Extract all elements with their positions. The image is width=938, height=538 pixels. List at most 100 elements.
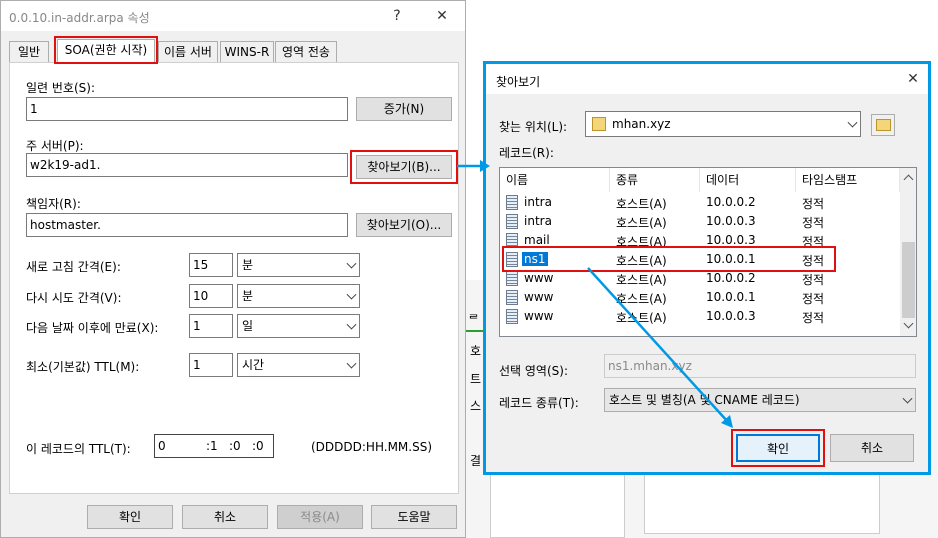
record-timestamp: 정적 xyxy=(802,292,825,306)
look-in-label: 찾는 위치(L): xyxy=(499,120,568,134)
ttl-seconds: :0 xyxy=(252,439,264,453)
minimum-ttl-unit-select[interactable]: 시간 xyxy=(237,353,360,377)
tab-zone-transfers[interactable]: 영역 전송 xyxy=(275,41,337,62)
table-row[interactable]: www 호스트(A) 10.0.0.3 정적 xyxy=(500,308,900,327)
record-timestamp: 정적 xyxy=(802,254,825,268)
scrollbar-thumb[interactable] xyxy=(902,242,915,318)
browse-cancel-button[interactable]: 취소 xyxy=(830,434,914,462)
record-type-value: 호스트 및 별칭(A 및 CNAME 레코드) xyxy=(609,393,800,407)
background-panel-2 xyxy=(644,470,880,534)
record-data: 10.0.0.2 xyxy=(706,195,756,209)
refresh-interval-unit-select[interactable]: 분 xyxy=(237,253,360,277)
background-fragment-2: 호 xyxy=(470,344,482,358)
responsible-person-label: 책임자(R): xyxy=(26,197,81,211)
record-type: 호스트(A) xyxy=(616,311,667,325)
help-button[interactable]: 도움말 xyxy=(371,505,457,529)
ok-button[interactable]: 확인 xyxy=(87,505,173,529)
table-row[interactable]: www 호스트(A) 10.0.0.1 정적 xyxy=(500,289,900,308)
zone-folder-icon xyxy=(592,117,606,131)
soa-dialog-title: 0.0.10.in-addr.arpa 속성 xyxy=(9,11,150,25)
background-fragment-3: 트 xyxy=(470,372,482,386)
table-row[interactable]: ns1 호스트(A) 10.0.0.1 정적 xyxy=(500,251,900,270)
cancel-button[interactable]: 취소 xyxy=(182,505,268,529)
help-icon[interactable]: ? xyxy=(382,3,412,29)
close-icon[interactable]: ✕ xyxy=(427,3,457,29)
table-row[interactable]: www 호스트(A) 10.0.0.2 정적 xyxy=(500,270,900,289)
records-list-header: 이름 종류 데이터 타임스탬프 xyxy=(500,168,900,192)
browse-dialog-title: 찾아보기 xyxy=(496,75,541,89)
apply-button[interactable]: 적용(A) xyxy=(277,505,363,529)
primary-server-input[interactable]: w2k19-ad1. xyxy=(26,153,348,177)
close-icon[interactable]: ✕ xyxy=(898,66,928,92)
expire-after-unit-select[interactable]: 일 xyxy=(237,314,360,338)
chevron-down-icon xyxy=(346,258,357,269)
record-type: 호스트(A) xyxy=(616,216,667,230)
ttl-minutes: :0 xyxy=(229,439,241,453)
look-in-value: mhan.xyz xyxy=(612,117,671,131)
table-row[interactable]: mail 호스트(A) 10.0.0.3 정적 xyxy=(500,232,900,251)
serial-number-input[interactable]: 1 xyxy=(26,97,348,121)
retry-unit-value: 분 xyxy=(242,289,254,303)
record-type: 호스트(A) xyxy=(616,235,667,249)
records-list[interactable]: 이름 종류 데이터 타임스탬프 intra 호스트(A) 10.0.0.2 정적 int… xyxy=(499,167,917,337)
record-type-select[interactable]: 호스트 및 별칭(A 및 CNAME 레코드) xyxy=(604,388,916,412)
minimum-ttl-input[interactable]: 1 xyxy=(189,353,233,377)
record-data: 10.0.0.3 xyxy=(706,214,756,228)
chevron-down-icon xyxy=(346,358,357,369)
soa-dialog-titlebar: 0.0.10.in-addr.arpa 속성 ? ✕ xyxy=(1,1,465,31)
look-in-select[interactable]: mhan.xyz xyxy=(585,111,861,137)
record-ttl-input[interactable]: 0 :1 :0 :0 xyxy=(154,434,274,458)
retry-interval-label: 다시 시도 간격(V): xyxy=(26,291,122,305)
record-type-label: 레코드 종류(T): xyxy=(499,396,579,410)
record-timestamp: 정적 xyxy=(802,273,825,287)
dns-record-icon xyxy=(506,252,518,267)
refresh-interval-input[interactable]: 15 xyxy=(189,253,233,277)
record-type: 호스트(A) xyxy=(616,273,667,287)
record-timestamp: 정적 xyxy=(802,197,825,211)
scroll-down-arrow-icon[interactable] xyxy=(903,318,914,329)
tab-name-servers[interactable]: 이름 서버 xyxy=(158,41,218,62)
column-header-timestamp[interactable]: 타임스탬프 xyxy=(796,168,900,192)
column-header-name[interactable]: 이름 xyxy=(500,168,610,192)
ttl-days: 0 xyxy=(158,439,166,453)
tab-wins-r[interactable]: WINS-R xyxy=(220,41,274,62)
up-one-level-button[interactable] xyxy=(871,114,895,136)
dns-record-icon xyxy=(506,233,518,248)
tab-soa[interactable]: SOA(권한 시작) xyxy=(57,39,155,63)
record-name: ns1 xyxy=(522,252,548,266)
retry-interval-unit-select[interactable]: 분 xyxy=(237,284,360,308)
browse-dialog-titlebar: 찾아보기 ✕ xyxy=(486,64,928,94)
minttl-unit-value: 시간 xyxy=(242,358,265,372)
column-header-type[interactable]: 종류 xyxy=(610,168,700,192)
scroll-up-arrow-icon[interactable] xyxy=(903,174,914,185)
increment-button[interactable]: 증가(N) xyxy=(356,97,452,121)
tab-general[interactable]: 일반 xyxy=(9,41,49,62)
record-data: 10.0.0.3 xyxy=(706,233,756,247)
column-header-data[interactable]: 데이터 xyxy=(700,168,796,192)
record-name: www xyxy=(524,290,554,304)
record-name: mail xyxy=(524,233,550,247)
soa-properties-dialog: 0.0.10.in-addr.arpa 속성 ? ✕ 일반 SOA(권한 시작)… xyxy=(0,0,466,538)
table-row[interactable]: intra 호스트(A) 10.0.0.2 정적 xyxy=(500,194,900,213)
record-name: intra xyxy=(524,214,552,228)
record-name: www xyxy=(524,309,554,323)
expire-after-input[interactable]: 1 xyxy=(189,314,233,338)
records-scrollbar[interactable] xyxy=(900,168,916,336)
refresh-interval-label: 새로 고침 간격(E): xyxy=(26,260,121,274)
browse-primary-server-button[interactable]: 찾아보기(B)... xyxy=(356,155,452,179)
chevron-down-icon xyxy=(346,319,357,330)
retry-interval-input[interactable]: 10 xyxy=(189,284,233,308)
browse-responsible-person-button[interactable]: 찾아보기(O)... xyxy=(356,213,452,237)
browse-ok-button[interactable]: 확인 xyxy=(736,434,820,462)
serial-number-label: 일련 번호(S): xyxy=(26,81,95,95)
table-row[interactable]: intra 호스트(A) 10.0.0.3 정적 xyxy=(500,213,900,232)
chevron-down-icon xyxy=(847,117,858,128)
soa-tab-page: 일련 번호(S): 1 증가(N) 주 서버(P): w2k19-ad1. 찾아… xyxy=(9,62,459,494)
record-type: 호스트(A) xyxy=(616,292,667,306)
selection-input[interactable]: ns1.mhan.xyz xyxy=(604,354,916,378)
responsible-person-input[interactable]: hostmaster. xyxy=(26,213,348,237)
minimum-ttl-label: 최소(기본값) TTL(M): xyxy=(26,360,140,374)
dns-record-icon xyxy=(506,309,518,324)
record-timestamp: 정적 xyxy=(802,311,825,325)
selection-label: 선택 영역(S): xyxy=(499,364,568,378)
